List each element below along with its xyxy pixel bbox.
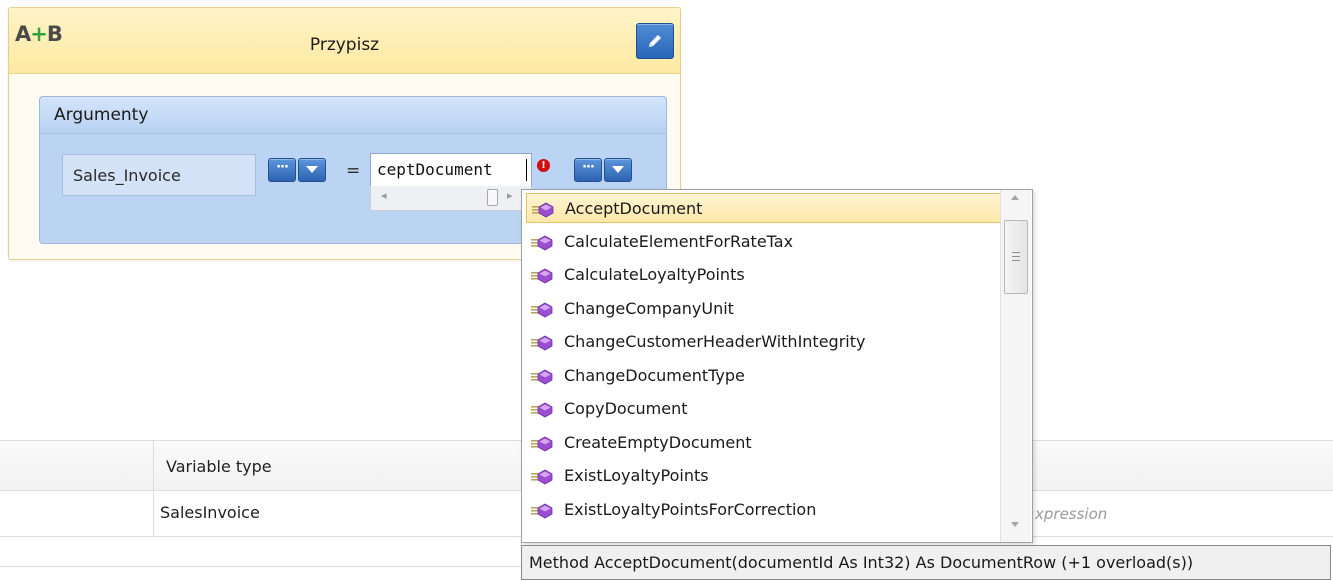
grip-line <box>1012 260 1020 261</box>
intellisense-item[interactable]: ExistLoyaltyPointsForCorrection <box>526 495 1001 525</box>
error-icon: ! <box>537 159 550 172</box>
scroll-down-icon[interactable] <box>1011 522 1019 527</box>
intellisense-item-label: CreateEmptyDocument <box>564 432 752 452</box>
intellisense-item-label: CopyDocument <box>564 399 688 418</box>
intellisense-item[interactable]: ChangeCompanyUnit <box>526 294 1001 324</box>
grid-column-divider <box>153 440 154 536</box>
chevron-down-icon <box>306 166 318 173</box>
method-icon <box>531 302 553 317</box>
intellisense-item-label: CalculateElementForRateTax <box>564 231 794 251</box>
vscroll-thumb[interactable] <box>1004 220 1028 294</box>
intellisense-item[interactable]: CreateEmptyDocument <box>526 428 1001 458</box>
expression-hscrollbar[interactable]: ◂ ▸ <box>370 186 532 211</box>
expression-dropdown-button[interactable] <box>604 158 632 182</box>
method-icon <box>531 436 553 451</box>
intellisense-item-label: ExistLoyaltyPointsForCorrection <box>564 499 817 519</box>
signature-tooltip-text: Method AcceptDocument(documentId As Int3… <box>529 553 1194 572</box>
intellisense-item-label: AcceptDocument <box>565 199 703 218</box>
hscroll-thumb[interactable] <box>487 189 498 206</box>
intellisense-item[interactable]: CalculateLoyaltyPoints <box>526 260 1001 290</box>
intellisense-item-label: CalculateLoyaltyPoints <box>564 265 745 284</box>
ellipsis-icon: ··· <box>276 160 289 175</box>
intellisense-item[interactable]: CalculateElementForRateTax <box>526 227 1001 257</box>
activity-title: Przypisz <box>309 35 380 55</box>
variable-type-cell[interactable]: SalesInvoice <box>160 503 260 522</box>
intellisense-item-label: ChangeDocumentType <box>564 365 745 385</box>
intellisense-item-label: ChangeCustomerHeaderWithIntegrity <box>564 332 866 351</box>
intellisense-item[interactable]: ChangeCustomerHeaderWithIntegrity <box>526 327 1001 357</box>
intellisense-scrollbar[interactable] <box>1000 190 1031 542</box>
pencil-icon <box>649 35 661 47</box>
method-icon <box>532 202 554 218</box>
grip-line <box>1012 256 1020 257</box>
ellipsis-icon: ··· <box>582 160 595 175</box>
method-icon <box>531 335 553 351</box>
text-caret <box>526 159 527 181</box>
variable-name-label: Sales_Invoice <box>73 166 181 185</box>
arguments-header: Argumenty <box>40 97 666 134</box>
intellisense-item-label: ChangeCompanyUnit <box>564 298 734 318</box>
equals-sign: = <box>346 161 361 181</box>
edit-button[interactable] <box>636 23 674 59</box>
expression-text: ceptDocument <box>377 160 493 179</box>
column-header-variable-type[interactable]: Variable type <box>166 457 272 476</box>
method-icon <box>531 369 553 384</box>
arguments-title: Argumenty <box>54 105 149 125</box>
scroll-left-icon[interactable]: ◂ <box>381 189 387 202</box>
intellisense-item[interactable]: ExistLoyaltyPoints <box>526 461 1001 491</box>
intellisense-item-label: ExistLoyaltyPoints <box>564 466 709 485</box>
scroll-right-icon[interactable]: ▸ <box>507 189 513 202</box>
intellisense-item[interactable]: ChangeDocumentType <box>526 361 1001 391</box>
expression-input[interactable]: ceptDocument <box>370 153 532 188</box>
method-icon <box>531 402 553 418</box>
method-icon <box>531 469 553 485</box>
intellisense-item[interactable]: AcceptDocument <box>526 193 1001 223</box>
method-icon <box>531 235 553 250</box>
variable-browse-button[interactable]: ··· <box>268 158 296 182</box>
chevron-down-icon <box>612 166 624 173</box>
grip-line <box>1012 252 1020 253</box>
variable-dropdown-button[interactable] <box>298 158 326 182</box>
expression-browse-button[interactable]: ··· <box>574 158 602 182</box>
intellisense-item[interactable]: CopyDocument <box>526 394 1001 424</box>
intellisense-popup[interactable]: AcceptDocument CalculateElementForRateTax… <box>521 189 1033 543</box>
default-expression-cell[interactable]: xpression <box>1035 505 1107 523</box>
scroll-up-icon[interactable] <box>1011 195 1019 200</box>
method-icon <box>531 503 553 518</box>
activity-header: A+B Przypisz <box>9 8 680 74</box>
signature-tooltip: Method AcceptDocument(documentId As Int3… <box>521 545 1331 580</box>
variable-name-field[interactable]: Sales_Invoice <box>62 154 256 196</box>
method-icon <box>531 268 553 284</box>
grid-divider <box>0 566 521 567</box>
